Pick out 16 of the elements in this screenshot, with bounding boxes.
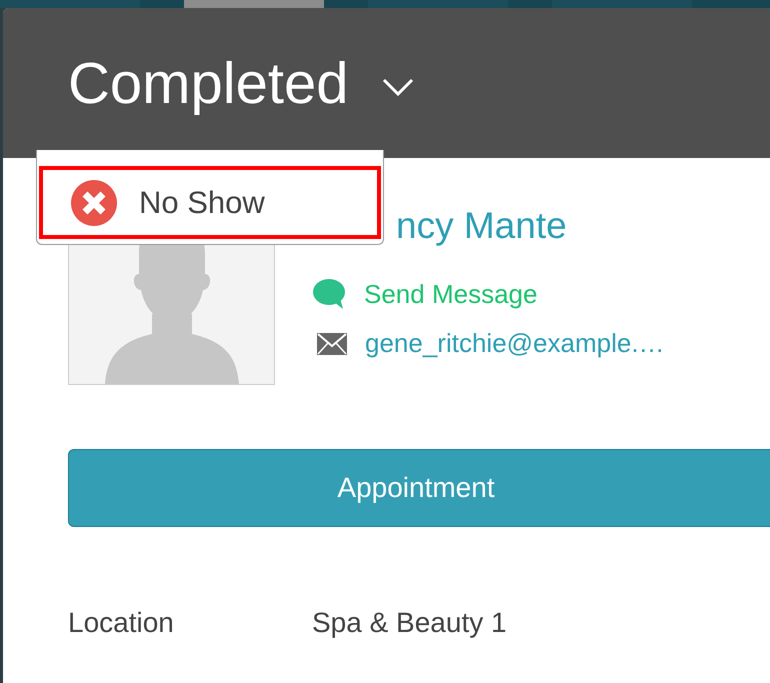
status-title[interactable]: Completed [68,50,348,116]
nav-tab[interactable] [368,0,508,8]
detail-label: Location [68,607,175,639]
close-icon [71,180,117,226]
email-link[interactable]: gene_ritchie@example.… [365,328,665,359]
send-message-link[interactable]: Send Message [364,278,538,310]
client-name[interactable]: ncy Mante [396,204,665,248]
nav-tab[interactable] [552,0,692,8]
detail-value: Spa & Beauty 1 [312,607,507,639]
speech-bubble-icon [312,278,346,310]
appointment-button[interactable]: Appointment [68,449,770,527]
nav-tab[interactable] [184,0,324,8]
menu-item[interactable]: No Show [39,166,381,239]
chevron-down-icon[interactable] [382,77,414,97]
envelope-icon [317,332,347,354]
nav-tab[interactable] [0,0,140,8]
